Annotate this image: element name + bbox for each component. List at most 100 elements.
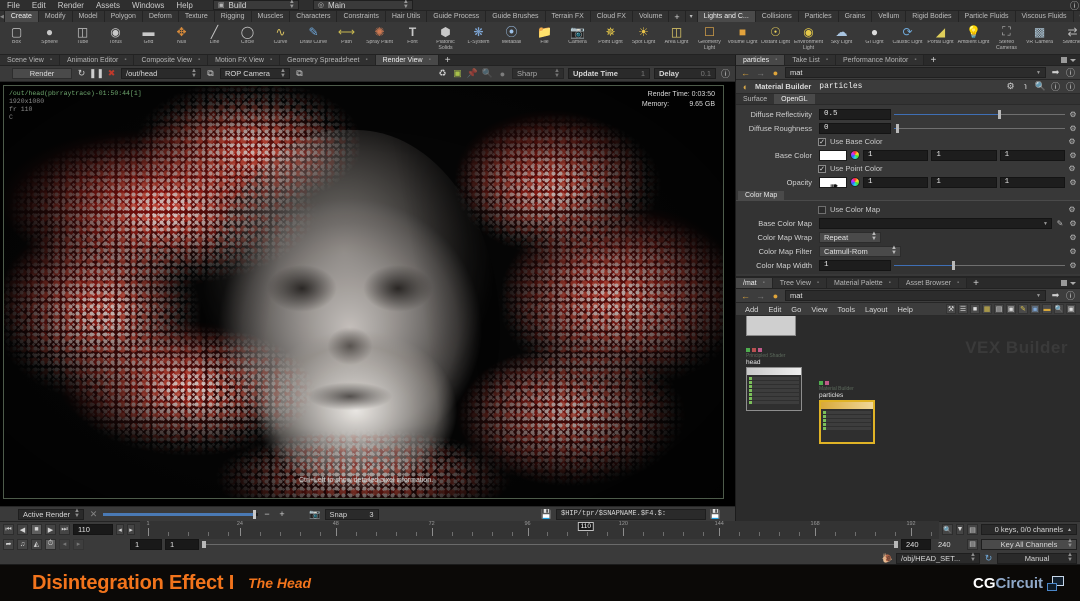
gear-icon[interactable]: ⚙ [1068, 123, 1078, 133]
shelf-tool-spot-light[interactable]: ☀ Spot Light [627, 22, 660, 46]
back-arrow-icon[interactable]: ← [740, 290, 751, 301]
prev-key-icon[interactable]: ◂ [116, 524, 124, 535]
shelf-tool-sky-light[interactable]: ☁ Sky Light [825, 22, 858, 46]
camera-snapshot-icon[interactable]: 📷 [309, 509, 320, 520]
image-icon[interactable]: ▣ [452, 68, 463, 79]
shelf-tab-texture[interactable]: Texture [178, 11, 215, 22]
help-icon[interactable]: ⓘ [1065, 67, 1076, 78]
render-view-canvas[interactable]: /out/head(pbrraytrace)-01:50:44[1] 1920x… [0, 82, 735, 506]
skip-start-icon[interactable]: ⏮ [3, 524, 14, 535]
opacity-color-swatch[interactable]: ➠ [819, 176, 847, 192]
shelf-tab-particles[interactable]: Particles [798, 11, 839, 22]
channel-list-icon[interactable]: ▤ [967, 524, 978, 535]
list-icon[interactable]: ☰ [958, 304, 968, 314]
info-icon[interactable]: ⓘ [1050, 81, 1061, 92]
save-green-icon[interactable]: 💾 [710, 509, 721, 520]
use-base-color-checkbox[interactable]: ✓ [818, 137, 826, 146]
bar-icon[interactable]: ▬ [1042, 304, 1052, 314]
network-add-tab-button[interactable]: + [967, 278, 985, 289]
close-icon[interactable]: ▪ [889, 280, 891, 286]
tab-particles[interactable]: particles ▪ [736, 55, 786, 65]
close-icon[interactable]: ▪ [775, 57, 777, 63]
shelf-tool-l-system[interactable]: ❋ L-System [462, 22, 495, 46]
menu-render[interactable]: Render [52, 0, 90, 11]
gear-icon[interactable]: ⚙ [1068, 218, 1078, 228]
shelf-tab-viscous-fluids[interactable]: Viscous Fluids [1015, 11, 1074, 22]
playbar-icon[interactable]: ◭ [31, 538, 42, 550]
gear-icon[interactable]: ⚙ [1067, 205, 1077, 215]
stop-square-icon[interactable]: ■ [31, 524, 42, 535]
next-key-icon[interactable]: ▸ [127, 524, 135, 535]
forward-arrow-icon[interactable]: → [755, 290, 766, 301]
chevron-down-icon[interactable]: ▼ [956, 524, 964, 535]
shelf-tab-rigging[interactable]: Rigging [214, 11, 252, 22]
opacity-r-input[interactable]: 1 [863, 176, 929, 188]
fit-icon[interactable]: ▣ [1066, 304, 1076, 314]
param-value-input[interactable]: 1 [819, 259, 891, 271]
range-start2-field[interactable]: 1 [165, 538, 199, 550]
key-mode-dropdown[interactable]: Key All Channels ▲ ▼ [981, 538, 1077, 550]
menu-edit[interactable]: Edit [26, 0, 52, 11]
close-icon[interactable]: ▪ [198, 57, 200, 63]
camera-field[interactable]: ROP Camera ▲ ▼ [220, 68, 290, 79]
shelf-tool-circle[interactable]: ◯ Circle [231, 22, 264, 46]
shelf-tab-deform[interactable]: Deform [142, 11, 179, 22]
shelf-tool-torus[interactable]: ◉ Torus [99, 22, 132, 46]
shelf-tool-tube[interactable]: ◫ Tube [66, 22, 99, 46]
snail-icon[interactable]: 🐌 [882, 553, 893, 564]
base-color-g-input[interactable]: 1 [931, 149, 997, 161]
close-icon[interactable]: ▪ [914, 57, 916, 63]
current-frame-field[interactable]: 110 [73, 524, 113, 535]
gear-icon[interactable]: ⚙ [1068, 150, 1078, 160]
back-arrow-icon[interactable]: ← [740, 67, 751, 78]
pin-icon[interactable]: ➡ [1050, 290, 1061, 301]
shelf-tab-collisions[interactable]: Collisions [755, 11, 799, 22]
close-icon[interactable]: ▪ [365, 57, 367, 63]
shelf-tab-guide-brushes[interactable]: Guide Brushes [486, 11, 546, 22]
menu-assets[interactable]: Assets [90, 0, 126, 11]
skip-end-icon[interactable]: ⏭ [59, 524, 70, 535]
base-color-swatch[interactable] [819, 149, 847, 161]
magnifier-icon[interactable]: 🔍 [482, 68, 493, 79]
subtab-surface[interactable]: Surface [736, 94, 774, 104]
color-map-wrap-dropdown[interactable]: Repeat ▲ ▼ [819, 231, 881, 243]
filter-field[interactable]: Sharp ▲ ▼ [512, 68, 564, 79]
snap-field[interactable]: Snap 3 [324, 508, 379, 520]
maximize-icon[interactable] [1061, 57, 1067, 63]
shelf-tool-camera[interactable]: 📷 Camera [561, 22, 594, 46]
viewport-add-tab-button[interactable]: + [439, 55, 457, 66]
auto-update-dropdown[interactable]: Manual ▲ ▼ [997, 552, 1077, 564]
chevron-down-icon[interactable]: ▼ [1036, 70, 1041, 76]
shelf-tool-volume-light[interactable]: ■ Volume Light [726, 22, 759, 46]
shelf-tab-polygon[interactable]: Polygon [104, 11, 143, 22]
network-menu-help[interactable]: Help [892, 305, 917, 314]
slider-knob[interactable] [998, 109, 1002, 119]
tab-scene-view[interactable]: Scene View ▪ [0, 55, 60, 65]
shelf-tab-lights-and-cameras[interactable]: Lights and C... [697, 11, 756, 22]
param-path-field[interactable]: mat ▼ [785, 67, 1046, 78]
stop-icon[interactable]: ✖ [106, 68, 117, 79]
shelf-add-tab-button[interactable]: + [669, 11, 686, 22]
playback-range-bar[interactable] [202, 539, 898, 550]
menu-file[interactable]: File [0, 0, 26, 11]
help-icon[interactable]: ⓘ [1069, 0, 1080, 11]
close-icon[interactable]: ▪ [429, 57, 431, 63]
shelf-tool-gi-light[interactable]: ● GI Light [858, 22, 891, 46]
hscript-icon[interactable]: ℩ [1020, 81, 1031, 92]
range-start-field[interactable]: 1 [130, 538, 162, 550]
context-selector[interactable]: ◎ Main ▲ ▼ [312, 0, 413, 10]
gear-icon[interactable]: ⚙ [1068, 109, 1078, 119]
magnifier-icon[interactable]: 🔍 [942, 524, 953, 535]
network-canvas[interactable]: VEX Builder Principled Shader head Mater… [736, 316, 1080, 521]
node-flag-render[interactable] [752, 348, 756, 352]
network-menu-go[interactable]: Go [786, 305, 806, 314]
shelf-tool-caustic-light[interactable]: ⟳ Caustic Light [891, 22, 924, 46]
range-end2-field[interactable]: 240 [934, 539, 964, 550]
shelf-tool-environment-light[interactable]: ◉ Environment Light [792, 22, 825, 51]
pin-icon[interactable]: 📌 [467, 68, 478, 79]
tools-icon[interactable]: ⚒ [946, 304, 956, 314]
close-icon[interactable]: ▪ [957, 280, 959, 286]
range-handle-right[interactable] [894, 540, 898, 548]
copy-node-icon-2[interactable]: ⧉ [294, 68, 305, 79]
timeline-ruler[interactable]: 1 24 48 72 96 120 144 168 192 110 [140, 520, 939, 539]
